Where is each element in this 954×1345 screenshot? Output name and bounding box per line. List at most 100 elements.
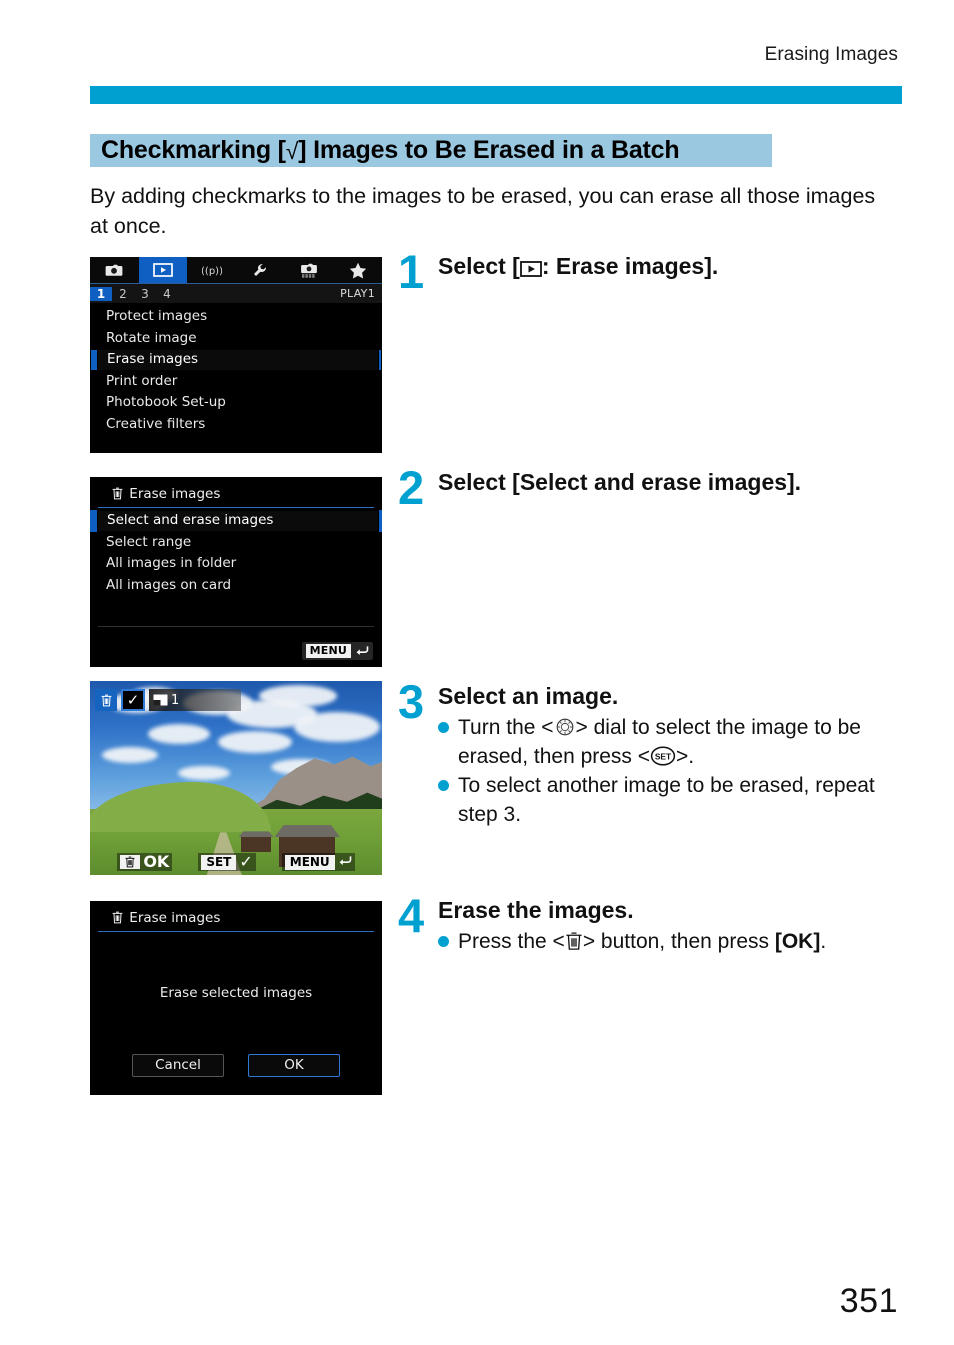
confirm-title-label: Erase images	[129, 910, 221, 926]
cancel-button[interactable]: Cancel	[132, 1054, 224, 1077]
tab-wireless[interactable]: ((p))	[187, 257, 236, 283]
camera-menu-screenshot: ((p)) 1 2 3 4 PLAY1 Protect images Rotat…	[90, 257, 382, 453]
menu-item-erase-images[interactable]: Erase images	[90, 349, 382, 371]
erase-options-screenshot: Erase images Select and erase images Sel…	[90, 477, 382, 667]
option-select-and-erase-images[interactable]: Select and erase images	[90, 510, 382, 532]
image-select-topbar: ✓ 1	[95, 689, 241, 711]
menu-page-4[interactable]: 4	[156, 287, 178, 301]
step-3-b1-part3: >.	[676, 745, 695, 768]
trash-icon	[566, 932, 582, 950]
step-1: 1 Select [ : Erase images].	[398, 248, 718, 295]
running-header: Erasing Images	[764, 44, 898, 65]
image-count-value: 1	[171, 692, 180, 708]
image-card-icon	[153, 694, 168, 706]
erase-indicator[interactable]	[95, 689, 117, 711]
set-button-icon: SET	[650, 746, 676, 766]
step-2-title: Select [Select and erase images].	[438, 469, 802, 495]
step-1-title-before: Select [	[438, 253, 520, 279]
tab-my-menu[interactable]	[333, 257, 382, 283]
custom-functions-icon	[301, 263, 317, 277]
step-4-b1-part2: > button, then press	[582, 930, 775, 953]
menu-item-list: Protect images Rotate image Erase images…	[90, 303, 382, 435]
step-3-bullet-2: To select another image to be erased, re…	[438, 771, 898, 829]
menu-page-1[interactable]: 1	[90, 286, 112, 301]
step-3-bullet-1-text: Turn the < > dial to select the image to …	[458, 713, 898, 771]
option-select-range[interactable]: Select range	[90, 532, 382, 554]
bullet-dot	[438, 780, 449, 791]
return-arrow-icon	[339, 856, 351, 865]
tab-setup[interactable]	[236, 257, 285, 283]
page-number: 351	[839, 1282, 898, 1320]
step-4-number: 4	[398, 889, 425, 942]
bullet-dot	[438, 722, 449, 733]
erase-ok-label: OK	[143, 852, 170, 871]
menu-page-3[interactable]: 3	[134, 287, 156, 301]
trash-icon	[101, 694, 111, 706]
menu-tabbar: ((p))	[90, 257, 382, 283]
set-check-control[interactable]: SET ✓	[198, 852, 256, 871]
step-4-b1-bold: [OK]	[774, 930, 821, 953]
erase-options-title-label: Erase images	[129, 486, 221, 502]
cabin-roof	[274, 825, 341, 838]
image-select-screenshot: ✓ 1 OK SET ✓ MENU	[90, 681, 382, 875]
wrench-icon	[254, 263, 267, 276]
image-select-bottombar: OK SET ✓ MENU	[90, 853, 382, 871]
menu-page-label: PLAY1	[340, 287, 375, 300]
bullet-dot	[438, 936, 449, 947]
return-arrow-icon	[356, 646, 369, 655]
camera-icon	[105, 264, 123, 276]
confirm-buttons: Cancel OK	[90, 1054, 382, 1077]
menu-item-protect-images[interactable]: Protect images	[90, 306, 382, 328]
image-count-badge: 1	[149, 689, 241, 711]
tab-shooting[interactable]	[90, 257, 139, 283]
option-separator	[98, 625, 374, 627]
erase-options-title: Erase images	[98, 481, 374, 508]
menu-item-photobook-setup[interactable]: Photobook Set-up	[90, 392, 382, 414]
confirm-title: Erase images	[98, 905, 374, 932]
cloud	[294, 712, 381, 743]
set-key-label: SET	[201, 854, 237, 870]
svg-text:((p)): ((p))	[202, 266, 222, 277]
menu-item-creative-filters[interactable]: Creative filters	[90, 414, 382, 436]
menu-pagebar: 1 2 3 4 PLAY1	[90, 283, 382, 303]
step-2: 2 Select [Select and erase images].	[398, 464, 802, 511]
wireless-icon: ((p))	[202, 266, 222, 277]
option-all-images-on-card[interactable]: All images on card	[90, 575, 382, 597]
checkmark-box[interactable]: ✓	[121, 689, 145, 711]
step-4-title: Erase the images.	[438, 897, 634, 923]
set-check-label: ✓	[239, 852, 253, 871]
menu-key-label: MENU	[284, 854, 335, 870]
section-heading: Checkmarking [√] Images to Be Erased in …	[90, 134, 772, 167]
menu-return-badge[interactable]: MENU	[301, 642, 373, 660]
small-cabin	[238, 831, 274, 852]
erase-options-list: Select and erase images Select range All…	[90, 508, 382, 627]
ok-button[interactable]: OK	[248, 1054, 340, 1077]
intro-paragraph: By adding checkmarks to the images to be…	[90, 184, 876, 238]
playback-icon	[153, 263, 173, 277]
menu-item-print-order[interactable]: Print order	[90, 371, 382, 393]
tab-custom-functions[interactable]	[285, 257, 334, 283]
step-4-b1-part1: Press the <	[458, 930, 565, 953]
erase-ok-control[interactable]: OK	[117, 852, 173, 871]
step-1-number: 1	[398, 245, 425, 298]
step-3-bullet-1: Turn the < > dial to select the image to …	[438, 713, 898, 771]
trash-icon	[112, 487, 123, 500]
svg-text:SET: SET	[655, 752, 672, 762]
step-1-title-after: : Erase images].	[541, 253, 719, 279]
playback-icon	[519, 261, 542, 277]
menu-item-erase-images-label: Erase images	[97, 349, 379, 371]
menu-item-rotate-image[interactable]: Rotate image	[90, 328, 382, 350]
cloud	[101, 746, 158, 763]
option-all-images-in-folder[interactable]: All images in folder	[90, 553, 382, 575]
cabin-roof	[238, 831, 274, 838]
tab-playback[interactable]	[138, 257, 188, 283]
menu-back-control[interactable]: MENU	[281, 853, 355, 871]
step-4: 4 Erase the images. Press the < > button,…	[398, 889, 918, 956]
step-3-b1-part1: Turn the <	[458, 716, 554, 739]
cloud	[259, 684, 338, 707]
step-1-title: Select [ : Erase images].	[438, 252, 718, 280]
step-2-number: 2	[398, 461, 425, 514]
confirm-message: Erase selected images	[159, 985, 313, 1001]
step-3-title: Select an image.	[438, 683, 619, 709]
menu-page-2[interactable]: 2	[112, 287, 134, 301]
